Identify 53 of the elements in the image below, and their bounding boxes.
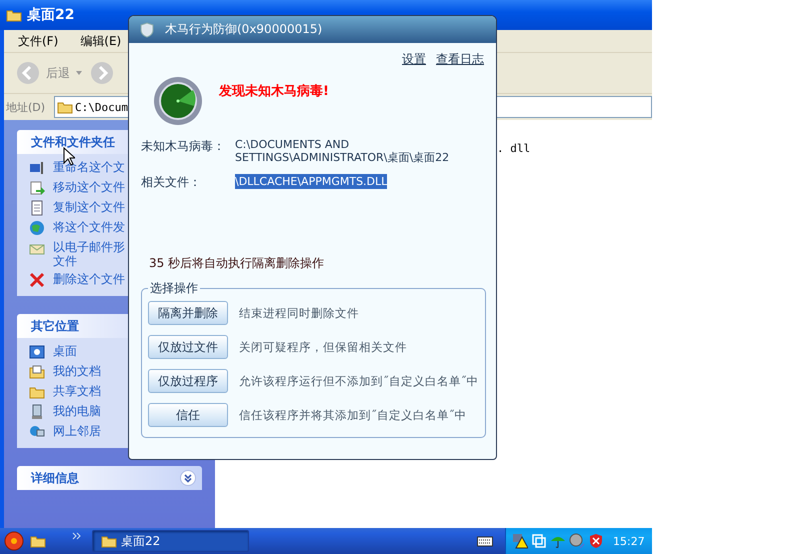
dialog-title: 木马行为防御(0x90000015) <box>165 21 322 38</box>
action-button[interactable]: 信任 <box>148 403 228 427</box>
window-title: 桌面22 <box>27 6 74 24</box>
computer-icon <box>29 404 45 420</box>
menu-item[interactable]: 文件(F) <box>18 32 58 50</box>
panel-header[interactable]: 详细信息 <box>17 466 202 490</box>
group-title: 选择操作 <box>149 280 199 297</box>
address-text: C:\Docum <box>75 100 128 114</box>
copy-icon <box>29 200 45 216</box>
rename-icon <box>29 160 45 176</box>
place-link[interactable]: 我的文档 <box>53 364 127 378</box>
chevron-icon[interactable] <box>72 532 82 540</box>
expand-icon[interactable] <box>180 470 196 486</box>
delete-icon <box>29 272 45 288</box>
move-icon <box>29 180 45 196</box>
shield-icon[interactable] <box>588 533 604 549</box>
network-warning-icon[interactable] <box>512 533 528 549</box>
file-path: C:\DOCUMENTS AND SETTINGS\ADMINISTRATOR\桌面\桌面22 <box>235 138 450 164</box>
countdown-text: 35 秒后将自动执行隔离删除操作 <box>149 255 326 272</box>
action-button[interactable]: 仅放过程序 <box>148 369 228 393</box>
place-link[interactable]: 桌面 <box>53 344 127 358</box>
desktop-icon <box>29 344 45 360</box>
menu-item[interactable]: 编辑(E) <box>80 32 122 50</box>
place-link[interactable]: 网上邻居 <box>53 424 127 438</box>
task-link[interactable]: 复制这个文件 <box>53 200 127 214</box>
place-link[interactable]: 共享文档 <box>53 384 127 398</box>
file-name[interactable]: . dll <box>497 142 530 155</box>
globe-icon <box>29 220 45 236</box>
start-orb-icon[interactable] <box>4 531 24 551</box>
action-description: 关闭可疑程序，但保留相关文件 <box>239 340 407 354</box>
radar-icon <box>153 76 203 126</box>
action-button[interactable]: 隔离并删除 <box>148 301 228 325</box>
documents-icon <box>29 364 45 380</box>
link[interactable]: 设置 <box>402 51 426 68</box>
clock: 15:27 <box>613 534 645 548</box>
task-link[interactable]: 移动这个文件 <box>53 180 127 194</box>
link[interactable]: 查看日志 <box>436 51 484 68</box>
caret-icon <box>76 71 82 75</box>
action-description: 信任该程序并将其添加到˝自定义白名单˝中 <box>239 408 466 422</box>
action-description: 允许该程序运行但不添加到˝自定义白名单˝中 <box>239 374 478 388</box>
place-link[interactable]: 我的电脑 <box>53 404 127 418</box>
field-label: 相关文件： <box>141 174 202 191</box>
action-description: 结束进程同时删除文件 <box>239 306 359 320</box>
task-link[interactable]: 删除这个文件 <box>53 272 127 286</box>
keyboard-icon[interactable] <box>477 535 493 547</box>
address-label: 地址(D) <box>5 100 46 114</box>
alert-message: 发现未知木马病毒! <box>219 82 329 100</box>
task-link[interactable]: 以电子邮件形文件 <box>53 240 127 268</box>
back-button[interactable]: 后退 <box>16 61 82 85</box>
shield-icon <box>139 22 155 38</box>
taskbar-button[interactable]: 桌面22 <box>92 530 249 552</box>
task-link[interactable]: 将这个文件发 <box>53 220 127 234</box>
action-button[interactable]: 仅放过文件 <box>148 335 228 359</box>
